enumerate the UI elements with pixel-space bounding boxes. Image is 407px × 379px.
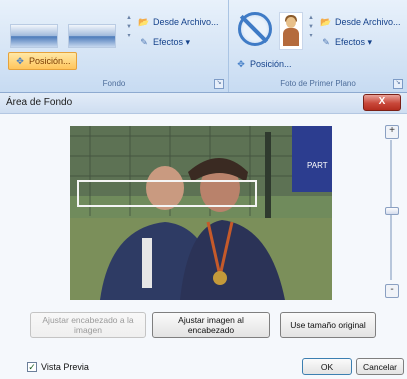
more-icon[interactable]: ▾ <box>126 32 132 41</box>
ajustar-imagen-button[interactable]: Ajustar imagen al encabezado <box>152 312 270 338</box>
dialog-titlebar[interactable]: Área de Fondo X <box>0 93 407 114</box>
dropdown-arrow-icon: ▾ <box>183 37 191 47</box>
group-label-primer-plano: Foto de Primer Plano <box>280 79 356 88</box>
folder-icon: 📂 <box>138 17 150 27</box>
chevron-down-icon[interactable]: ▼ <box>126 23 132 32</box>
chevron-up-icon[interactable]: ▲ <box>126 14 132 23</box>
cancel-button[interactable]: Cancelar <box>356 358 404 375</box>
dialog-launcher-icon[interactable]: ↘ <box>214 79 224 89</box>
background-style-swatch-1[interactable] <box>10 24 58 48</box>
dialog-launcher-icon[interactable]: ↘ <box>393 79 403 89</box>
use-tamano-original-button[interactable]: Use tamaño original <box>280 312 376 338</box>
background-photo-preview[interactable]: PART <box>70 126 332 300</box>
ajustar-encabezado-button[interactable]: Ajustar encabezado a la imagen <box>30 312 146 338</box>
posicion-foreground-button[interactable]: ✥ Posición... <box>233 56 294 72</box>
position-icon: ✥ <box>237 59 245 69</box>
effects-icon: ✎ <box>322 37 330 47</box>
group-label-fondo: Fondo <box>102 79 126 88</box>
chevron-down-icon[interactable]: ▼ <box>308 23 314 32</box>
folder-icon: 📂 <box>320 17 332 27</box>
position-icon: ✥ <box>16 56 24 66</box>
chevron-up-icon[interactable]: ▲ <box>308 14 314 23</box>
ok-button[interactable]: OK <box>302 358 352 375</box>
gallery-scroll-2[interactable]: ▲ ▼ ▾ <box>308 14 314 50</box>
dialog-title: Área de Fondo <box>6 97 73 108</box>
efectos-foreground-button[interactable]: ✎ Efectos ▾ <box>318 34 374 50</box>
vista-previa-label: Vista Previa <box>41 362 89 372</box>
zoom-slider-thumb[interactable] <box>385 207 399 215</box>
more-icon[interactable]: ▾ <box>308 32 314 41</box>
close-icon[interactable]: X <box>363 94 401 111</box>
photo-image: PART <box>70 126 332 300</box>
posicion-button[interactable]: ✥ Posición... <box>8 52 77 70</box>
zoom-out-button[interactable]: - <box>385 284 399 298</box>
ribbon-group-fondo: ▲ ▼ ▾ 📂 Desde Archivo... ✎ Efectos ▾ ✥ Posi… <box>0 0 229 92</box>
photo-banner-text: PART <box>307 161 328 170</box>
ribbon: ▲ ▼ ▾ 📂 Desde Archivo... ✎ Efectos ▾ ✥ Posi… <box>0 0 407 93</box>
desde-archivo-button[interactable]: 📂 Desde Archivo... <box>136 14 221 30</box>
efectos-button[interactable]: ✎ Efectos ▾ <box>136 34 192 50</box>
crop-selection-rectangle[interactable] <box>77 180 257 207</box>
no-image-icon[interactable] <box>238 12 272 46</box>
desde-archivo-foreground-button[interactable]: 📂 Desde Archivo... <box>318 14 403 30</box>
dropdown-arrow-icon: ▾ <box>365 37 373 47</box>
gallery-scroll[interactable]: ▲ ▼ ▾ <box>126 14 132 50</box>
background-style-swatch-2[interactable] <box>68 24 116 48</box>
effects-icon: ✎ <box>140 37 148 47</box>
vista-previa-checkbox[interactable]: ✓ <box>27 362 37 372</box>
person-photo-icon[interactable] <box>279 12 303 50</box>
zoom-in-button[interactable]: + <box>385 125 399 139</box>
